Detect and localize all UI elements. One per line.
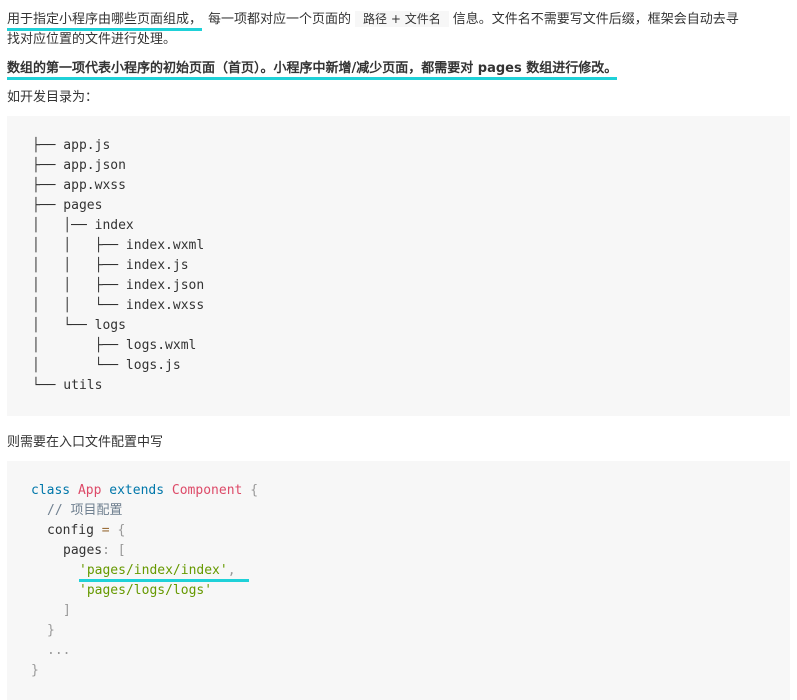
config-code-block: class App extends Component { // 项目配置 co… — [7, 461, 790, 700]
tree-line: │ └── logs — [32, 318, 126, 333]
identifier: config — [47, 523, 94, 538]
class-name: Component — [171, 483, 243, 498]
inline-code: 路径 + 文件名 — [355, 11, 449, 27]
tree-line: │ └── logs.js — [32, 358, 181, 373]
highlighted-bold-text: 数组的第一项代表小程序的初始页面（首页）。小程序中新增/减少页面，都需要对 pa… — [7, 61, 618, 80]
tree-line: │ │ ├── index.js — [32, 258, 189, 273]
tree-line: │ ├── logs.wxml — [32, 338, 197, 353]
paragraph-config-intro: 则需要在入口文件配置中写 — [7, 435, 164, 450]
punctuation: { — [250, 483, 259, 498]
code-line-index-page: 'pages/index/index', — [79, 561, 236, 581]
punctuation: ] — [63, 603, 71, 618]
class-name: App — [77, 483, 102, 498]
tree-line: ├── app.json — [32, 158, 126, 173]
code-line-bracket-close: ] — [63, 601, 71, 621]
identifier: pages — [63, 543, 103, 558]
tree-line: │ │ ├── index.json — [32, 278, 205, 293]
operator: = — [101, 523, 110, 538]
highlighted-text: 用于指定小程序由哪些页面组成， — [7, 12, 203, 31]
text-segment: 每一项都对应一个页面的 — [208, 12, 352, 27]
code-line-logs-page: 'pages/logs/logs' — [79, 581, 212, 601]
punctuation: } — [47, 623, 55, 638]
code-line-ellipsis: ... — [47, 641, 70, 661]
paragraph-pages-intro: 用于指定小程序由哪些页面组成， 每一项都对应一个页面的 路径 + 文件名 信息。文件名… — [7, 9, 739, 31]
string-literal: 'pages/logs/logs' — [79, 583, 213, 598]
punctuation: { — [117, 523, 126, 538]
code-line-config: config = { — [47, 521, 125, 541]
code-line-comment: // 项目配置 — [47, 501, 122, 521]
punctuation: ... — [47, 643, 71, 658]
keyword: extends — [109, 483, 165, 498]
tree-line: │ │ ├── index.wxml — [32, 238, 205, 253]
punctuation: : — [102, 543, 110, 558]
tree-line: │ │── index — [32, 218, 134, 233]
paragraph-pages-intro-line2: 找对应位置的文件进行处理。 — [7, 32, 177, 47]
code-line-class: class App extends Component { — [31, 481, 258, 501]
paragraph-first-item-note: 数组的第一项代表小程序的初始页面（首页）。小程序中新增/减少页面，都需要对 pa… — [7, 59, 618, 80]
code-line-config-close: } — [47, 621, 55, 641]
keyword: class — [31, 483, 71, 498]
code-line-class-close: } — [31, 661, 39, 681]
tree-line: ├── pages — [32, 198, 103, 213]
comment: // 项目配置 — [47, 503, 123, 518]
punctuation: } — [31, 663, 39, 678]
punctuation: , — [227, 563, 236, 578]
punctuation: [ — [117, 543, 126, 558]
string-literal: 'pages/index/index' — [79, 563, 228, 578]
tree-line: │ │ └── index.wxss — [32, 298, 205, 313]
text-segment: 信息。文件名不需要写文件后缀，框架会自动去寻 — [452, 12, 739, 27]
directory-tree-block: ├── app.js ├── app.json ├── app.wxss ├──… — [7, 116, 790, 416]
tree-line: └── utils — [32, 378, 103, 393]
tree-line: ├── app.js — [32, 138, 111, 153]
paragraph-dir-intro: 如开发目录为： — [7, 90, 99, 105]
tree-line: ├── app.wxss — [32, 178, 126, 193]
code-line-pages: pages: [ — [63, 541, 126, 561]
